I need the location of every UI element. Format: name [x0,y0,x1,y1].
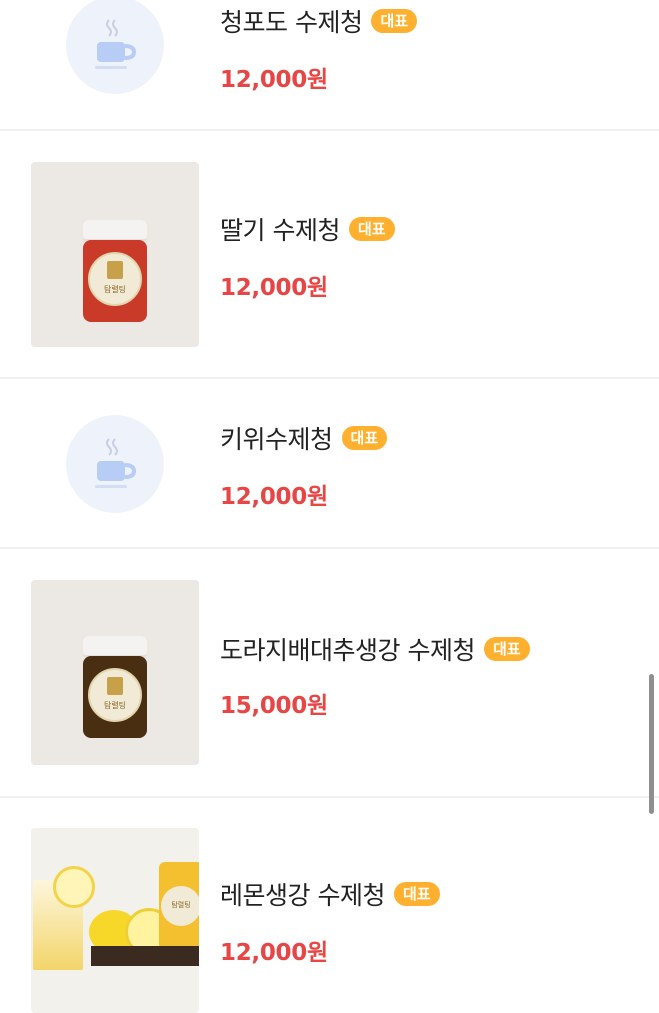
product-item[interactable]: 청포도 수제청 대표 12,000원 [0,0,659,130]
product-name: 딸기 수제청 [220,216,340,245]
product-item[interactable]: 탐렬팅 레몬생강 수제청 대표 12,000원 [0,798,659,1013]
product-photo: 탐렬팅 [31,162,199,347]
product-name: 레몬생강 수제청 [220,881,385,910]
product-photo: 탐렬팅 [31,580,199,765]
board [91,946,199,966]
product-photo: 탐렬팅 [31,828,199,1013]
product-item[interactable]: 탐렬팅 도라지배대추생강 수제청 대표 15,000원 [0,549,659,795]
product-price: 12,000원 [220,275,328,301]
product-name: 도라지배대추생강 수제청 [220,636,475,665]
product-price: 12,000원 [220,67,328,93]
representative-badge: 대표 [341,426,388,450]
jar-label: 탐렬팅 [88,252,142,306]
product-name: 청포도 수제청 [220,8,363,37]
product-price: 15,000원 [220,693,328,719]
product-price: 12,000원 [220,484,328,510]
product-item[interactable]: 탐렬팅 딸기 수제청 대표 12,000원 [0,131,659,377]
product-name: 키위수제청 [220,425,333,454]
tea-cup-icon [66,0,164,94]
representative-badge: 대표 [483,637,530,661]
product-item[interactable]: 키위수제청 대표 12,000원 [0,379,659,547]
jar-label: 탐렬팅 [161,886,199,926]
lemon-slice [53,866,95,908]
representative-badge: 대표 [371,9,418,33]
representative-badge: 대표 [393,882,440,906]
tea-cup-icon [66,415,164,513]
product-price: 12,000원 [220,940,328,966]
representative-badge: 대표 [348,217,395,241]
scrollbar[interactable] [649,674,654,814]
jar-label: 탐렬팅 [88,668,142,722]
